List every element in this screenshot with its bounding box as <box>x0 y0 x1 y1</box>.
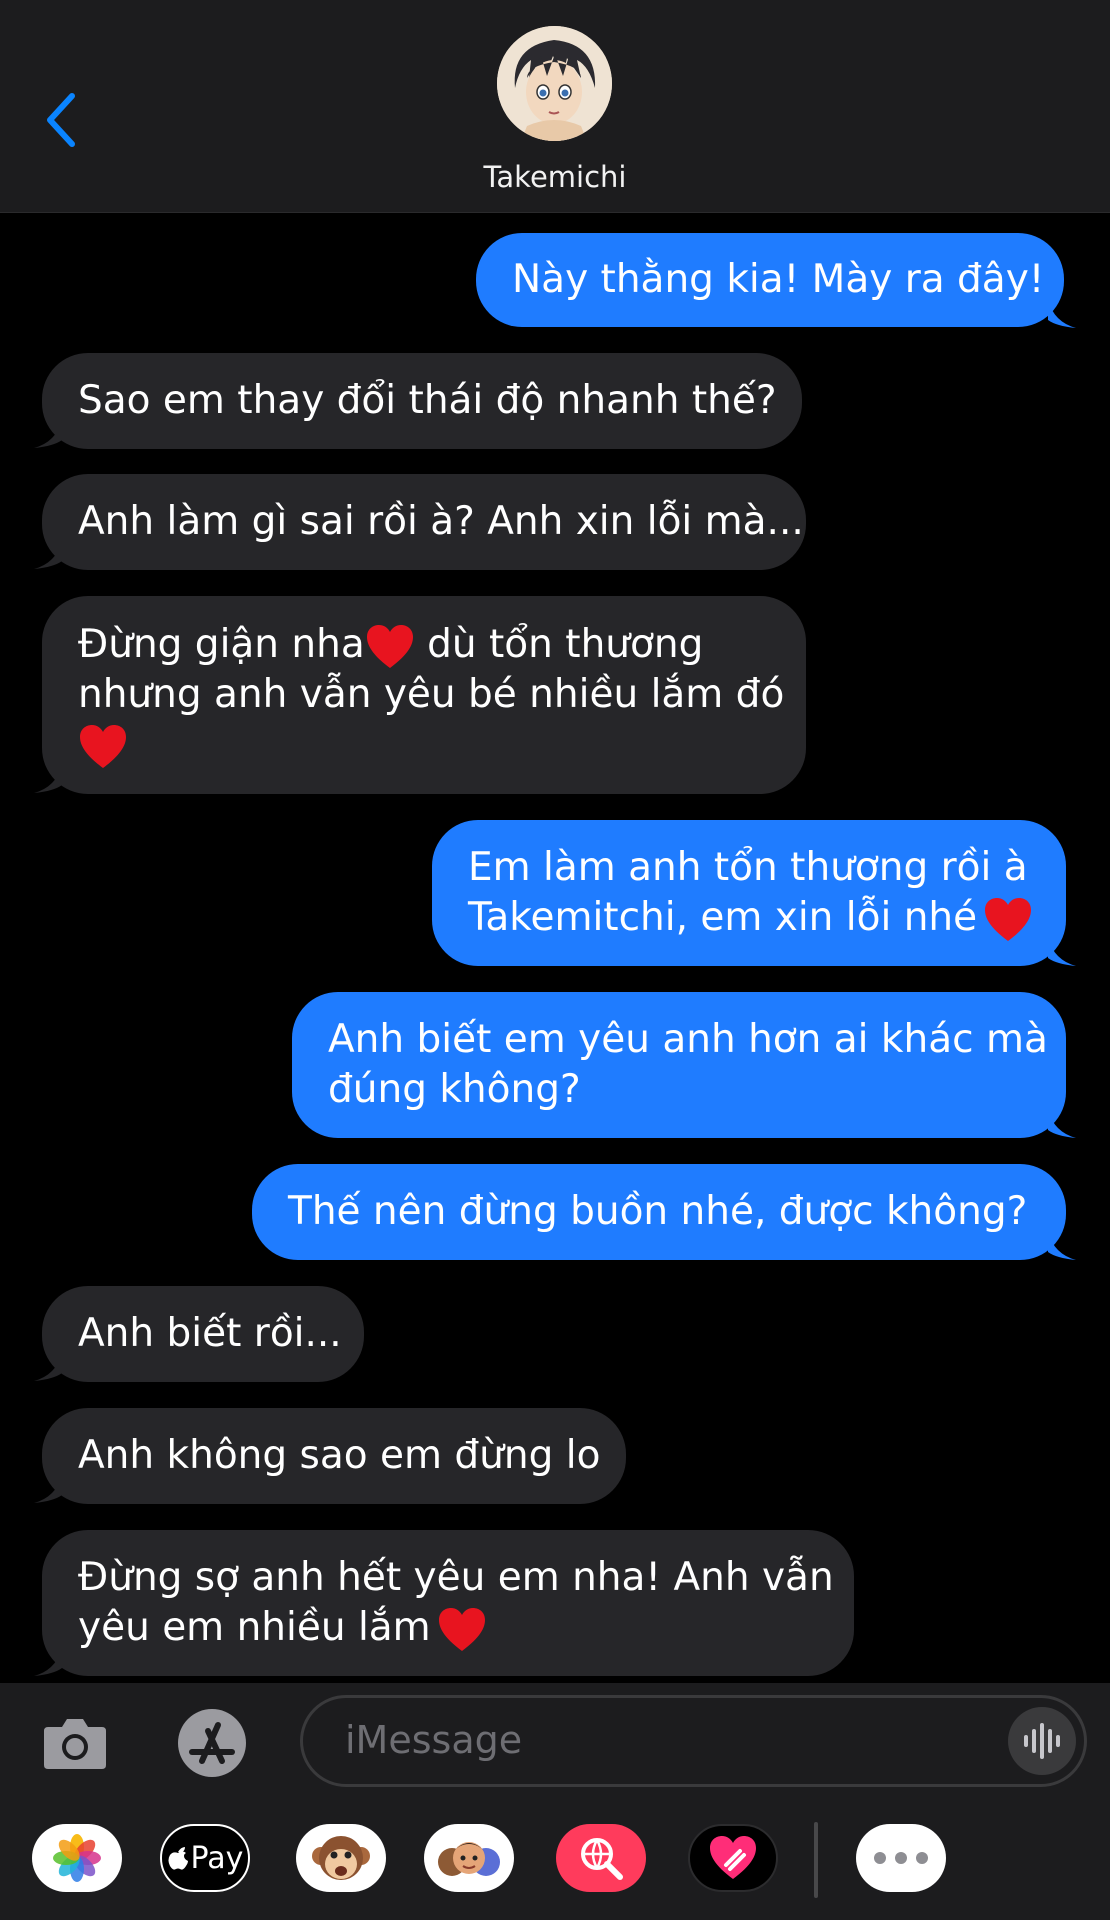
back-button[interactable] <box>36 80 86 160</box>
apple-pay-button[interactable]: Pay <box>160 1824 250 1892</box>
waveform-icon <box>1024 1723 1060 1759</box>
message-text: Này thằng kia! Mày ra đây! <box>512 257 1045 302</box>
message-text: Anh làm gì sai rồi à? Anh xin lỗi mà... <box>78 499 804 544</box>
bubble-tail <box>34 541 62 569</box>
drawer-divider <box>814 1822 818 1898</box>
message-line <box>78 720 770 770</box>
apple-logo-icon <box>168 1847 188 1870</box>
animoji-button[interactable] <box>296 1824 386 1892</box>
monkey-face-icon <box>312 1836 370 1880</box>
conversation-header: Takemichi <box>0 0 1110 213</box>
bubble-tail <box>34 1475 62 1503</box>
message-bubble-incoming[interactable]: Anh làm gì sai rồi à? Anh xin lỗi mà... <box>42 474 806 570</box>
message-text: Đừng giận nha <box>78 622 365 667</box>
bubble-tail <box>34 420 62 448</box>
red-heart-icon <box>985 897 1032 941</box>
bubble-tail <box>34 1353 62 1381</box>
message-bubble-incoming[interactable]: Đừng giận nha dù tổn thương nhưng anh vẫ… <box>42 596 806 794</box>
images-search-button[interactable] <box>556 1824 646 1892</box>
message-input-placeholder: iMessage <box>345 1718 523 1762</box>
photos-icon <box>53 1834 101 1882</box>
bubble-tail <box>34 765 62 793</box>
message-bubble-incoming[interactable]: Anh không sao em đừng lo <box>42 1408 626 1504</box>
bubble-tail <box>34 1648 62 1676</box>
message-text: Takemitchi, em xin lỗi nhé <box>468 895 978 940</box>
message-text: Em làm anh tổn thương rồi à <box>468 845 1028 890</box>
red-heart-icon <box>80 724 126 768</box>
contact-name[interactable]: Takemichi <box>0 160 1110 194</box>
heart-touch-icon <box>710 1836 756 1879</box>
message-input[interactable]: iMessage <box>300 1695 1087 1787</box>
voice-memo-button[interactable] <box>1008 1707 1076 1775</box>
message-text: nhưng anh vẫn yêu bé nhiều lắm đó <box>78 672 785 717</box>
bubble-tail <box>1048 938 1076 966</box>
message-text: Anh không sao em đừng lo <box>78 1433 601 1478</box>
message-text: yêu em nhiều lắm <box>78 1605 431 1650</box>
avatar-portrait-icon <box>497 26 612 141</box>
app-store-button[interactable] <box>168 1705 256 1781</box>
message-text: Sao em thay đổi thái độ nhanh thế? <box>78 378 777 423</box>
contact-avatar[interactable] <box>497 26 612 141</box>
message-bubble-incoming[interactable]: Anh biết rồi... <box>42 1286 364 1382</box>
photos-app-button[interactable] <box>32 1824 122 1892</box>
chevron-left-icon <box>47 93 75 147</box>
camera-button[interactable] <box>42 1715 108 1771</box>
message-bubble-outgoing[interactable]: Anh biết em yêu anh hơn ai khác mà đúng … <box>292 992 1066 1138</box>
more-dots-icon <box>874 1852 928 1864</box>
digital-touch-button[interactable] <box>688 1824 778 1892</box>
red-heart-icon <box>366 624 413 668</box>
memoji-button[interactable] <box>424 1824 514 1892</box>
message-bubble-incoming[interactable]: Sao em thay đổi thái độ nhanh thế? <box>42 353 802 449</box>
more-apps-button[interactable] <box>856 1824 946 1892</box>
message-line: yêu em nhiều lắm <box>78 1603 818 1653</box>
bubble-tail <box>1048 1232 1076 1260</box>
app-store-icon <box>178 1709 246 1777</box>
bubble-tail <box>1048 1110 1076 1138</box>
message-text: dù tổn thương <box>414 622 704 667</box>
message-text: Anh biết em yêu anh hơn ai khác mà <box>328 1017 1048 1062</box>
red-heart-icon <box>438 1607 485 1651</box>
globe-search-icon <box>581 1838 623 1880</box>
message-bubble-outgoing[interactable]: Em làm anh tổn thương rồi à Takemitchi, … <box>432 820 1066 966</box>
app-drawer: Pay <box>0 1800 1110 1920</box>
bubble-tail <box>1048 300 1076 328</box>
message-bubble-outgoing[interactable]: Này thằng kia! Mày ra đây! <box>476 233 1064 327</box>
apple-pay-label: Pay <box>190 1840 244 1876</box>
message-text: Anh biết rồi... <box>78 1311 342 1356</box>
message-line: Đừng giận nha dù tổn thương <box>78 620 770 670</box>
message-bubble-outgoing[interactable]: Thế nên đừng buồn nhé, được không? <box>252 1164 1066 1260</box>
message-bubble-incoming[interactable]: Đừng sợ anh hết yêu em nha! Anh vẫn yêu … <box>42 1530 854 1676</box>
message-text: đúng không? <box>328 1067 581 1112</box>
memoji-stickers-icon <box>438 1842 500 1876</box>
message-text: Đừng sợ anh hết yêu em nha! Anh vẫn <box>78 1555 834 1600</box>
compose-bar: iMessage <box>0 1683 1110 1800</box>
message-line: Takemitchi, em xin lỗi nhé <box>468 893 1032 943</box>
message-text: Thế nên đừng buồn nhé, được không? <box>288 1189 1028 1234</box>
camera-icon <box>44 1719 106 1769</box>
